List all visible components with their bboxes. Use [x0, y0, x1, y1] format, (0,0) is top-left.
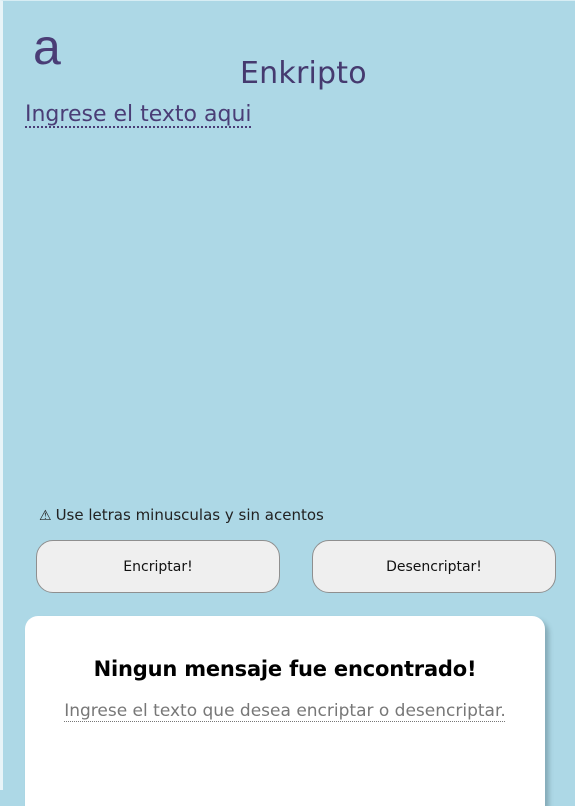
text-input[interactable] [25, 97, 545, 487]
header: a Enkripto [3, 1, 575, 97]
app-logo: a [33, 19, 61, 75]
encrypt-button[interactable]: Encriptar! [36, 540, 280, 593]
result-title: Ningun mensaje fue encontrado! [93, 657, 477, 682]
warning-icon: ⚠ [39, 508, 52, 524]
input-warning: ⚠ Use letras minusculas y sin acentos [39, 503, 324, 528]
decrypt-button[interactable]: Desencriptar! [312, 540, 556, 593]
result-message: Ingrese el texto que desea encriptar o d… [64, 701, 506, 721]
enkripto-page: { "app": { "logo_text": "a", "title": "E… [0, 0, 575, 806]
page-title: Enkripto [240, 56, 367, 92]
result-panel: Ningun mensaje fue encontrado! Ingrese e… [25, 616, 545, 806]
warning-text: Use letras minusculas y sin acentos [55, 506, 324, 524]
